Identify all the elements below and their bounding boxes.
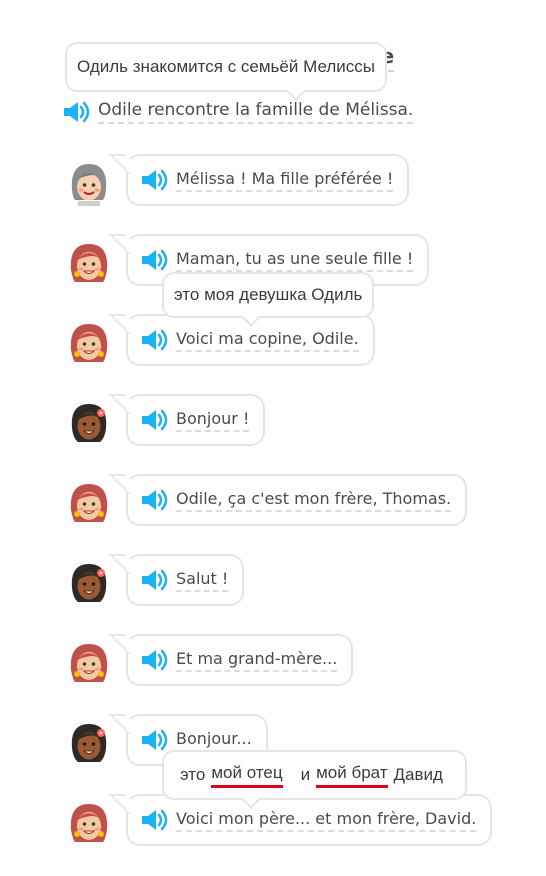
speech-bubble: Mélissa ! Ma fille préférée !: [126, 154, 410, 206]
line-text[interactable]: Mélissa ! Ma fille préférée !: [176, 169, 394, 192]
line-text[interactable]: Maman, tu as une seule fille !: [176, 249, 414, 272]
odile-avatar-icon: [66, 720, 112, 766]
speaker-icon[interactable]: [140, 248, 168, 272]
line-text[interactable]: Et ma grand-mère...: [176, 649, 338, 672]
speaker-icon[interactable]: [140, 568, 168, 592]
speaker-icon[interactable]: [140, 808, 168, 832]
headline-text[interactable]: Odile rencontre la famille de Mélissa.: [98, 100, 414, 124]
speech-bubble: Odile, ça c'est mon frère, Thomas.: [126, 474, 468, 526]
line-text[interactable]: Odile, ça c'est mon frère, Thomas.: [176, 489, 452, 512]
line-translation-text: это моя девушка Одиль: [174, 285, 363, 304]
melissa-avatar-icon: [66, 480, 112, 526]
grandmother-avatar-icon: [66, 160, 112, 206]
line-text[interactable]: Voici ma copine, Odile.: [176, 329, 359, 352]
speaker-icon[interactable]: [140, 328, 168, 352]
speaker-icon[interactable]: [140, 648, 168, 672]
line-translation-tooltip: это моя девушка Одиль: [162, 272, 375, 318]
speaker-icon[interactable]: [62, 100, 90, 124]
speaker-icon[interactable]: [140, 728, 168, 752]
speaker-icon[interactable]: [140, 168, 168, 192]
speech-bubble: Bonjour !: [126, 394, 266, 446]
line-text[interactable]: Bonjour !: [176, 409, 250, 432]
melissa-avatar-icon: [66, 800, 112, 846]
title-translation-text: Одиль знакомится с семьёй Мелиссы: [77, 57, 375, 76]
odile-avatar-icon: [66, 400, 112, 446]
speaker-icon[interactable]: [140, 408, 168, 432]
speech-bubble: Et ma grand-mère...: [126, 634, 354, 686]
speech-bubble: Voici mon père... et mon frère, David.: [126, 794, 493, 846]
translation-word: это: [180, 765, 206, 784]
line-text[interactable]: Bonjour...: [176, 729, 252, 752]
melissa-avatar-icon: [66, 640, 112, 686]
odile-avatar-icon: [66, 560, 112, 606]
story-headline: Odile rencontre la famille de Mélissa.: [62, 100, 414, 124]
speaker-icon[interactable]: [140, 488, 168, 512]
title-translation-tooltip: Одиль знакомится с семьёй Мелиссы: [65, 42, 387, 92]
speech-bubble: Salut !: [126, 554, 245, 606]
translation-word-highlighted: мой брат: [316, 763, 388, 788]
translation-word: Давид: [393, 765, 443, 784]
line-text[interactable]: Salut !: [176, 569, 229, 592]
melissa-avatar-icon: [66, 240, 112, 286]
phrase-translation-tooltip: это мой отец и мой брат Давид: [162, 750, 467, 800]
melissa-avatar-icon: [66, 320, 112, 366]
translation-word: и: [300, 765, 311, 784]
line-text[interactable]: Voici mon père... et mon frère, David.: [176, 809, 477, 832]
translation-word-highlighted: мой отец: [211, 763, 283, 788]
